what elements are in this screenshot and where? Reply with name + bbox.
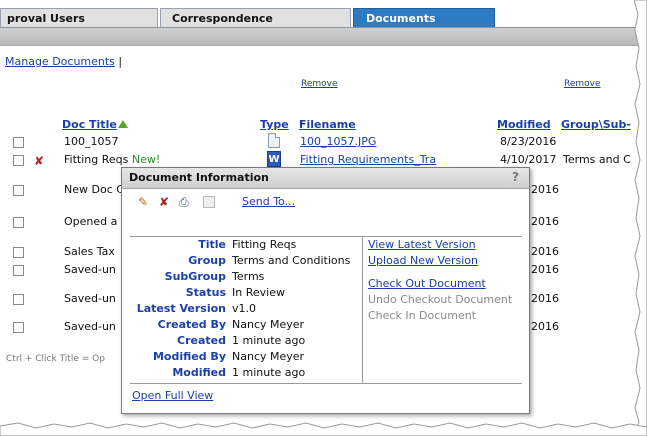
- field-label-group: Group: [188, 254, 226, 267]
- delete-icon[interactable]: ✘: [34, 154, 44, 168]
- undo-checkout-document: Undo Checkout Document: [368, 293, 513, 306]
- view-latest-version-link[interactable]: View Latest Version: [368, 238, 476, 251]
- ctrl-click-hint: Ctrl + Click Title = Op: [6, 354, 105, 364]
- send-to-link[interactable]: Send To...: [242, 195, 295, 208]
- torn-edge-decoration: [0, 422, 647, 436]
- remove-type-column-link[interactable]: Remove: [301, 79, 338, 89]
- doc-title[interactable]: Fitting Reqs New!: [64, 153, 160, 166]
- manage-documents-link[interactable]: Manage Documents: [5, 55, 115, 68]
- document-information-popup: Document Information ? ✎ ✘ ⎙ Send To... …: [121, 167, 530, 414]
- field-label-created: Created: [177, 334, 226, 347]
- field-value-status: In Review: [232, 286, 285, 299]
- type-header[interactable]: Type: [260, 118, 289, 131]
- sort-ascending-icon: [117, 120, 128, 128]
- field-value-latest-version: v1.0: [232, 302, 257, 315]
- modified-date: 2016: [531, 245, 559, 258]
- divider: [362, 236, 363, 383]
- divider: [130, 383, 522, 384]
- torn-edge-decoration: [634, 0, 647, 436]
- doc-title[interactable]: 100_1057: [64, 135, 119, 148]
- field-label-modified-by: Modified By: [152, 350, 226, 363]
- upload-new-version-link[interactable]: Upload New Version: [368, 254, 478, 267]
- doc-title[interactable]: Saved-un: [64, 320, 116, 333]
- row-checkbox[interactable]: [13, 217, 24, 228]
- filename-header[interactable]: Filename: [299, 118, 356, 131]
- edit-pencil-icon[interactable]: ✎: [138, 195, 148, 209]
- remove-group-column-link[interactable]: Remove: [564, 79, 601, 89]
- disabled-action-icon: [203, 196, 215, 208]
- field-label-modified: Modified: [172, 366, 226, 379]
- row-checkbox[interactable]: [13, 247, 24, 258]
- field-value-created-by: Nancy Meyer: [232, 318, 305, 331]
- field-label-created-by: Created By: [157, 318, 226, 331]
- modified-date: 4/10/2017: [500, 153, 557, 166]
- row-checkbox[interactable]: [13, 155, 24, 166]
- doc-title[interactable]: Sales Tax: [64, 245, 115, 258]
- modified-date: 2016: [531, 263, 559, 276]
- delete-icon[interactable]: ✘: [159, 195, 169, 209]
- tab-approval-users[interactable]: proval Users: [0, 8, 158, 27]
- image-file-icon: [268, 133, 280, 148]
- doc-title-header[interactable]: Doc Title: [62, 118, 128, 131]
- row-checkbox[interactable]: [13, 265, 24, 276]
- row-checkbox[interactable]: [13, 322, 24, 333]
- doc-title[interactable]: Saved-un: [64, 263, 116, 276]
- filename-link[interactable]: Fitting Requirements_Tra: [300, 153, 436, 166]
- tab-documents[interactable]: Documents: [353, 8, 495, 27]
- word-doc-icon: W: [267, 151, 281, 167]
- check-out-document-link[interactable]: Check Out Document: [368, 277, 486, 290]
- field-value-modified: 1 minute ago: [232, 366, 306, 379]
- field-value-modified-by: Nancy Meyer: [232, 350, 305, 363]
- help-icon[interactable]: ?: [512, 170, 519, 184]
- field-value-group: Terms and Conditions: [232, 254, 351, 267]
- open-full-view-link[interactable]: Open Full View: [132, 389, 213, 402]
- row-checkbox[interactable]: [13, 185, 24, 196]
- group-header[interactable]: Group\Sub-: [561, 118, 631, 131]
- modified-date: 8/23/2016: [500, 135, 557, 148]
- modified-date: 2016: [531, 320, 559, 333]
- documents-window: proval Users Correspondence Documents Ma…: [0, 0, 640, 428]
- field-label-title: Title: [198, 238, 226, 251]
- check-in-document: Check In Document: [368, 309, 477, 322]
- row-checkbox[interactable]: [13, 137, 24, 148]
- group-value: Terms and C: [563, 153, 631, 166]
- field-value-title: Fitting Reqs: [232, 238, 297, 251]
- popup-header: Document Information ?: [122, 168, 529, 189]
- section-header-bar: [0, 28, 640, 46]
- new-badge: New!: [131, 153, 161, 166]
- field-value-subgroup: Terms: [232, 270, 265, 283]
- tab-correspondence[interactable]: Correspondence: [160, 8, 351, 27]
- field-label-subgroup: SubGroup: [164, 270, 226, 283]
- popup-title: Document Information: [129, 171, 269, 184]
- modified-date: 2016: [531, 292, 559, 305]
- field-label-latest-version: Latest Version: [136, 302, 226, 315]
- field-value-created: 1 minute ago: [232, 334, 306, 347]
- doc-title[interactable]: New Doc C: [64, 183, 124, 196]
- manage-documents-row: Manage Documents |: [5, 55, 122, 68]
- checkout-icon[interactable]: ⎙: [179, 195, 189, 209]
- doc-title[interactable]: Saved-un: [64, 292, 116, 305]
- divider: [130, 236, 522, 237]
- doc-title[interactable]: Opened a: [64, 215, 117, 228]
- toolbar-separator: |: [118, 55, 123, 68]
- field-label-status: Status: [185, 286, 226, 299]
- modified-header[interactable]: Modified: [497, 118, 551, 131]
- modified-date: 2016: [531, 183, 559, 196]
- modified-date: 2016: [531, 215, 559, 228]
- row-checkbox[interactable]: [13, 294, 24, 305]
- filename-link[interactable]: 100_1057.JPG: [300, 135, 376, 148]
